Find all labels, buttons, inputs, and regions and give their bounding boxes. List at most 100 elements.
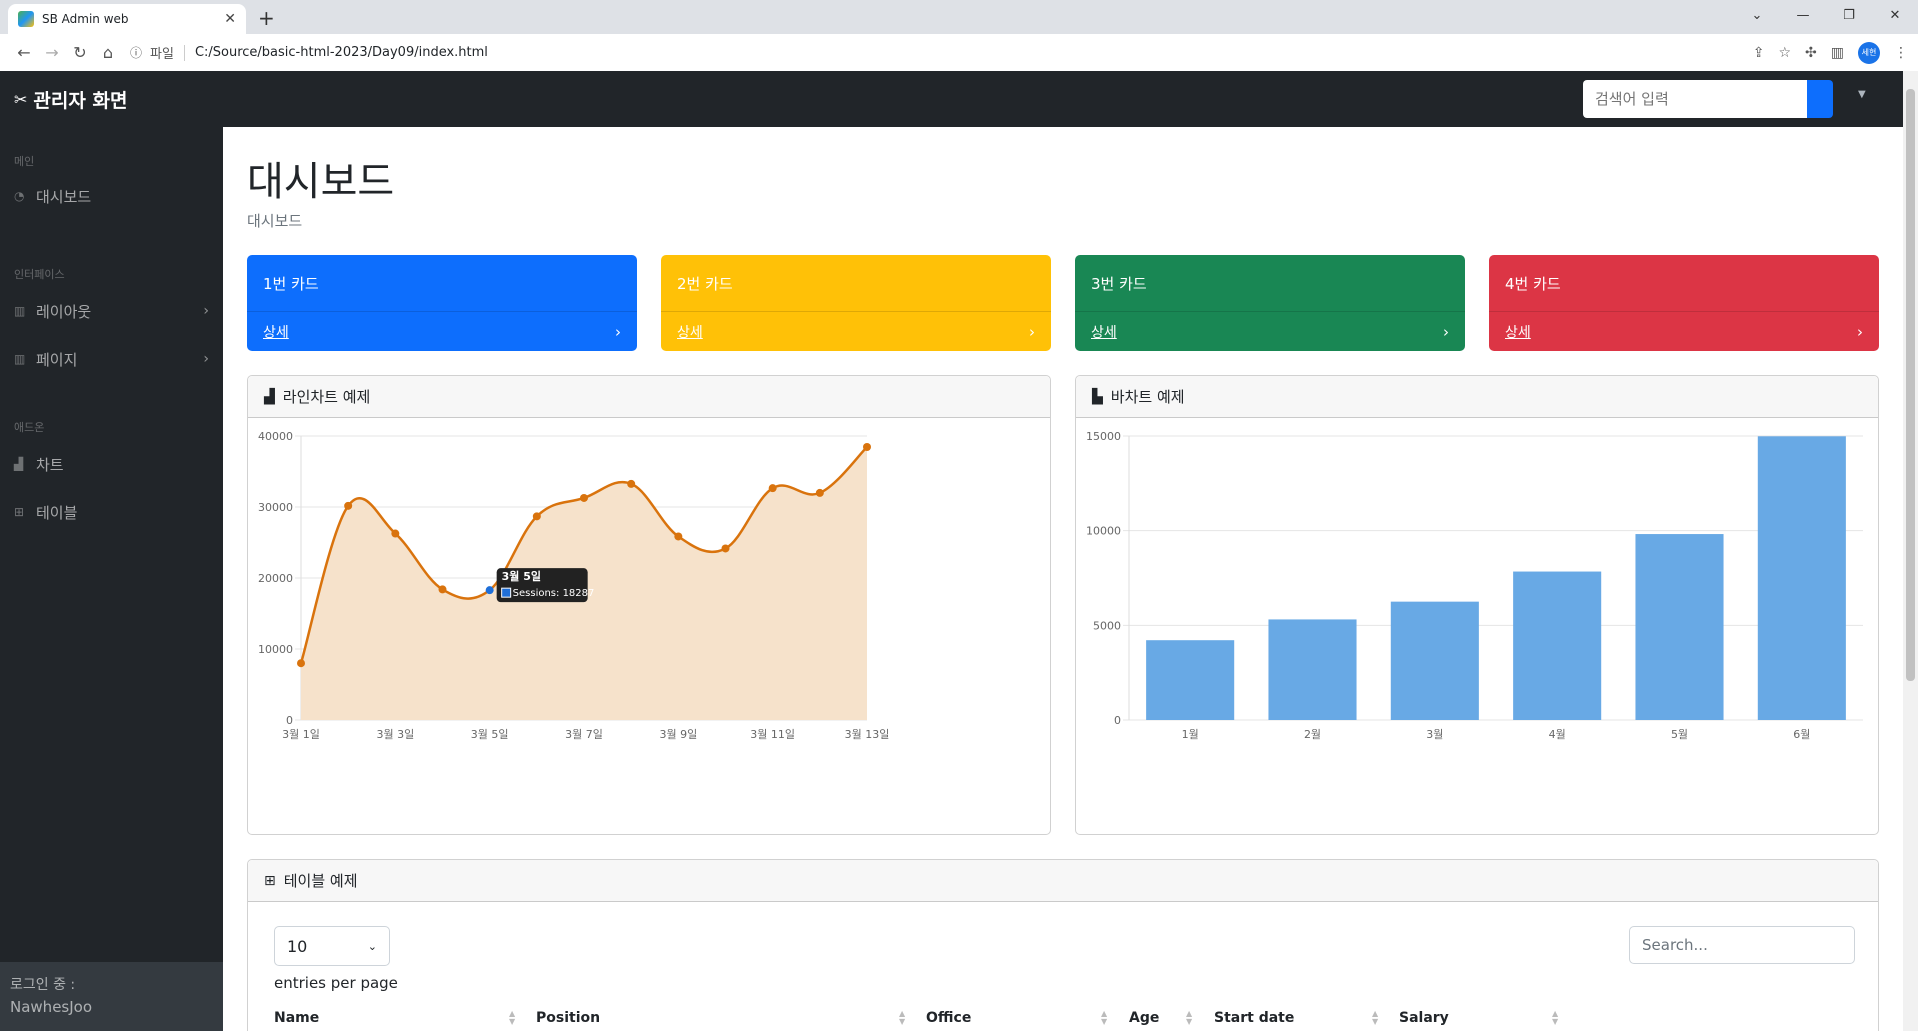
navbar-search: [1583, 80, 1833, 118]
logged-in-label: 로그인 중 :: [10, 977, 76, 993]
new-tab-icon[interactable]: +: [258, 6, 275, 30]
sidebar-item-label: 대시보드: [36, 187, 92, 206]
panel-header: ⊞ 테이블 예제: [248, 860, 1878, 902]
address-scheme-label: 파일: [150, 47, 174, 62]
scrollbar-thumb[interactable]: [1906, 89, 1915, 681]
x-tick-label: 3월 5일: [471, 727, 509, 741]
tab-bar: SB Admin web ✕ + ⌄ — ❐ ✕: [0, 0, 1918, 34]
sort-icon[interactable]: ▲ ▼: [509, 1010, 515, 1026]
column-header-position[interactable]: Position: [536, 1006, 600, 1030]
reload-icon[interactable]: ↻: [66, 43, 94, 62]
sort-icon[interactable]: ▲ ▼: [1101, 1010, 1107, 1026]
url-text[interactable]: C:/Source/basic-html-2023/Day09/index.ht…: [195, 45, 488, 60]
tooltip-swatch: [501, 587, 512, 598]
tools-icon: ✂: [14, 89, 28, 109]
back-icon[interactable]: ←: [10, 43, 38, 62]
y-tick-label: 10000: [258, 643, 293, 656]
bar: [1146, 640, 1235, 720]
x-tick-label: 3월 3일: [376, 727, 414, 741]
card-footer[interactable]: 상세 ›: [661, 311, 1051, 351]
navbar-search-input[interactable]: [1583, 80, 1807, 118]
sidebar-item-label: 차트: [36, 455, 64, 474]
tooltip-label: Sessions: 18287: [513, 588, 595, 599]
data-point: [532, 512, 541, 521]
bar-chart[interactable]: 0 5000 10000 15000 1월 2월 3월 4월 5월 6월: [1076, 418, 1878, 834]
minimize-icon[interactable]: —: [1780, 0, 1826, 30]
forward-icon[interactable]: →: [38, 43, 66, 62]
bookmark-star-icon[interactable]: ☆: [1778, 45, 1791, 61]
x-tick-label: 1월: [1182, 728, 1199, 741]
chevron-right-icon: ›: [1029, 322, 1035, 341]
profile-avatar[interactable]: 세현: [1858, 41, 1880, 64]
data-point: [768, 484, 777, 493]
chevron-right-icon: ›: [1443, 322, 1449, 341]
side-panel-icon[interactable]: ▥: [1831, 45, 1844, 61]
sidebar-item-charts[interactable]: ▟ 차트: [0, 444, 223, 484]
data-point: [627, 479, 636, 488]
data-point: [391, 529, 400, 538]
chevron-right-icon: ›: [1857, 322, 1863, 341]
extensions-icon[interactable]: ✣: [1805, 45, 1817, 61]
restore-icon[interactable]: ❐: [1826, 0, 1872, 30]
book-icon: ▥: [14, 352, 26, 366]
favicon-icon: [18, 11, 34, 27]
address-bar: ← → ↻ ⌂ ⓘ 파일 C:/Source/basic-html-2023/D…: [0, 34, 1918, 71]
y-tick-label: 0: [286, 714, 293, 727]
tab-search-icon[interactable]: ⌄: [1734, 0, 1780, 30]
card-detail-link[interactable]: 상세: [677, 322, 703, 342]
close-window-icon[interactable]: ✕: [1872, 0, 1918, 30]
info-icon[interactable]: ⓘ: [130, 44, 142, 61]
table-search-input[interactable]: Search...: [1629, 926, 1855, 964]
entries-control: 10 ⌄ entries per page: [274, 926, 398, 992]
card-footer[interactable]: 상세 ›: [1489, 311, 1879, 351]
column-header-office[interactable]: Office: [926, 1006, 971, 1030]
column-header-age[interactable]: Age: [1129, 1006, 1159, 1030]
sidebar-item-layouts[interactable]: ▥ 레이아웃 ›: [0, 291, 223, 331]
card-detail-link[interactable]: 상세: [1505, 322, 1531, 342]
close-tab-icon[interactable]: ✕: [224, 11, 236, 27]
url-box[interactable]: ⓘ 파일 C:/Source/basic-html-2023/Day09/ind…: [130, 34, 1753, 71]
page-scrollbar[interactable]: [1903, 71, 1918, 1031]
data-point: [863, 442, 871, 451]
column-header-salary[interactable]: Salary: [1399, 1006, 1449, 1030]
card-footer[interactable]: 상세 ›: [1075, 311, 1465, 351]
user-dropdown-toggle[interactable]: ▼: [1858, 89, 1866, 100]
menu-kebab-icon[interactable]: ⋮: [1894, 45, 1908, 61]
breadcrumb: 대시보드: [247, 212, 303, 230]
address-separator: [183, 44, 185, 61]
bar: [1757, 436, 1846, 720]
bar: [1635, 534, 1724, 720]
chevron-right-icon: ›: [615, 322, 621, 341]
sidebar-item-pages[interactable]: ▥ 페이지 ›: [0, 339, 223, 379]
home-icon[interactable]: ⌂: [94, 43, 122, 62]
sort-icon[interactable]: ▲ ▼: [899, 1010, 905, 1026]
column-header-start-date[interactable]: Start date: [1214, 1006, 1294, 1030]
sort-icon[interactable]: ▲ ▼: [1552, 1010, 1558, 1026]
share-icon[interactable]: ⇪: [1753, 45, 1765, 61]
card-detail-link[interactable]: 상세: [263, 322, 289, 342]
entries-per-page-select[interactable]: 10 ⌄: [274, 926, 390, 966]
sidebar-item-dashboard[interactable]: ◔ 대시보드: [0, 176, 223, 216]
column-header-name[interactable]: Name: [274, 1006, 319, 1030]
card-4: 4번 카드 상세 ›: [1489, 255, 1879, 351]
line-chart[interactable]: 0 10000 20000 30000 40000 3월 1일 3월 3일 3월 5일 3월 7…: [248, 418, 1050, 834]
brand-label: 관리자 화면: [33, 89, 128, 112]
y-tick-label: 0: [1114, 714, 1121, 727]
y-tick-label: 20000: [258, 572, 293, 585]
sort-icon[interactable]: ▲ ▼: [1186, 1010, 1192, 1026]
table-panel: ⊞ 테이블 예제 10 ⌄ entries per page Search...…: [247, 859, 1879, 1031]
panel-header: ▟ 라인차트 예제: [248, 376, 1050, 418]
x-tick-label: 3월 11일: [750, 727, 795, 741]
sidebar-footer: 로그인 중 : NawhesJoo: [0, 962, 223, 1031]
sidebar-item-tables[interactable]: ⊞ 테이블: [0, 492, 223, 532]
sort-icon[interactable]: ▲ ▼: [1372, 1010, 1378, 1026]
navbar-search-button[interactable]: [1807, 80, 1833, 118]
sidebar-item-label: 레이아웃: [36, 302, 92, 321]
card-detail-link[interactable]: 상세: [1091, 322, 1117, 342]
brand[interactable]: ✂ 관리자 화면: [0, 86, 223, 113]
y-tick-label: 30000: [258, 501, 293, 514]
browser-tab[interactable]: SB Admin web ✕: [8, 4, 246, 34]
panel-title: 바차트 예제: [1110, 388, 1185, 406]
card-footer[interactable]: 상세 ›: [247, 311, 637, 351]
data-point: [815, 488, 824, 497]
